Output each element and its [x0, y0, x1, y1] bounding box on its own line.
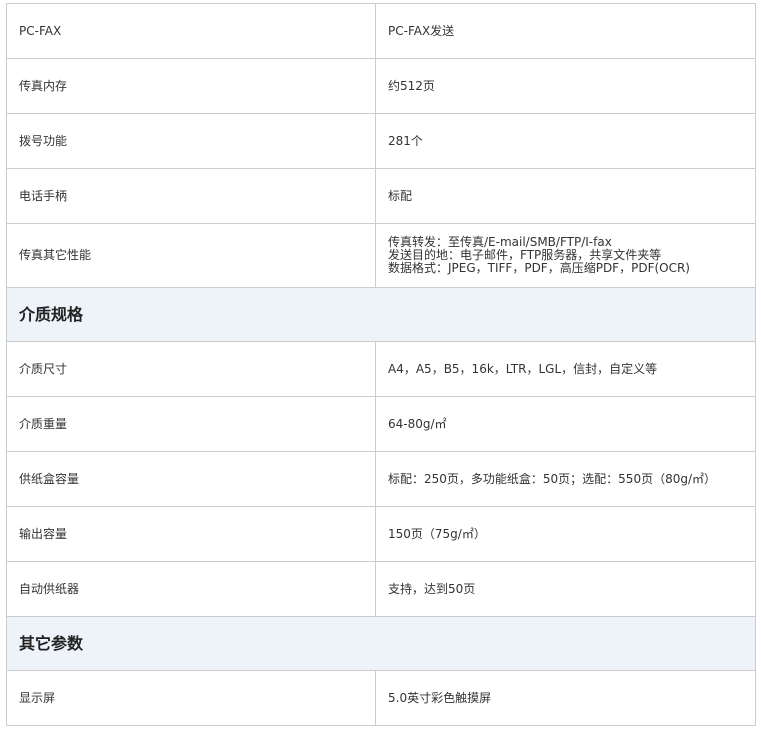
- table-row: 传真其它性能 传真转发：至传真/E-mail/SMB/FTP/I-fax 发送目…: [6, 223, 756, 288]
- table-row: 自动供纸器 支持，达到50页: [6, 561, 756, 617]
- spec-value: 64-80g/㎡: [375, 396, 756, 452]
- spec-table: PC-FAX PC-FAX发送 传真内存 约512页 拨号功能 281个 电话手…: [6, 3, 756, 726]
- table-row: 介质重量 64-80g/㎡: [6, 396, 756, 452]
- spec-label: 电话手柄: [6, 168, 376, 224]
- section-title: 介质规格: [6, 287, 756, 342]
- spec-value: 约512页: [375, 58, 756, 114]
- spec-value: 5.0英寸彩色触摸屏: [375, 670, 756, 726]
- spec-label: 传真其它性能: [6, 223, 376, 288]
- spec-value: 支持，达到50页: [375, 561, 756, 617]
- spec-label: 输出容量: [6, 506, 376, 562]
- section-header-row: 介质规格: [6, 287, 756, 342]
- spec-value: 标配: [375, 168, 756, 224]
- table-row: 传真内存 约512页: [6, 58, 756, 114]
- spec-label: 供纸盒容量: [6, 451, 376, 507]
- spec-value-line: 数据格式：JPEG，TIFF，PDF，高压缩PDF，PDF(OCR): [388, 261, 690, 275]
- spec-label: 自动供纸器: [6, 561, 376, 617]
- section-header-row: 其它参数: [6, 616, 756, 671]
- spec-label: 传真内存: [6, 58, 376, 114]
- spec-label: 介质尺寸: [6, 341, 376, 397]
- spec-value: 150页（75g/㎡）: [375, 506, 756, 562]
- spec-value: PC-FAX发送: [375, 3, 756, 59]
- table-row: 电话手柄 标配: [6, 168, 756, 224]
- table-row: 拨号功能 281个: [6, 113, 756, 169]
- table-row: 显示屏 5.0英寸彩色触摸屏: [6, 670, 756, 726]
- table-row: PC-FAX PC-FAX发送: [6, 3, 756, 59]
- spec-value: 标配：250页，多功能纸盒：50页；选配：550页（80g/㎡）: [375, 451, 756, 507]
- table-row: 介质尺寸 A4，A5，B5，16k，LTR，LGL，信封，自定义等: [6, 341, 756, 397]
- spec-label: 介质重量: [6, 396, 376, 452]
- spec-label: 拨号功能: [6, 113, 376, 169]
- spec-value: A4，A5，B5，16k，LTR，LGL，信封，自定义等: [375, 341, 756, 397]
- spec-value: 281个: [375, 113, 756, 169]
- spec-label: PC-FAX: [6, 3, 376, 59]
- spec-value: 传真转发：至传真/E-mail/SMB/FTP/I-fax 发送目的地：电子邮件…: [375, 223, 756, 288]
- spec-label: 显示屏: [6, 670, 376, 726]
- table-row: 输出容量 150页（75g/㎡）: [6, 506, 756, 562]
- section-title: 其它参数: [6, 616, 756, 671]
- table-row: 供纸盒容量 标配：250页，多功能纸盒：50页；选配：550页（80g/㎡）: [6, 451, 756, 507]
